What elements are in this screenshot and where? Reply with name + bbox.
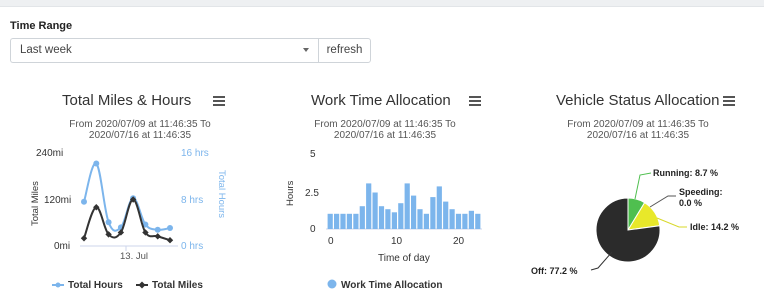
- legend-label[interactable]: Work Time Allocation: [341, 280, 443, 291]
- refresh-button[interactable]: refresh: [318, 38, 371, 63]
- y-tick: 240mi: [36, 148, 63, 159]
- subtitle-line: 2020/07/16 at 11:46:35: [586, 130, 690, 141]
- y-tick: 0mi: [54, 241, 70, 252]
- y2-axis-label: Total Hours: [216, 170, 227, 218]
- y2-tick: 16 hrs: [181, 148, 209, 159]
- work-time-bar: [404, 183, 410, 229]
- miles-hours-subtitle: From 2020/07/09 at 11:46:35 To 2020/07/1…: [60, 119, 220, 141]
- vehicle-status-chart: Running: 8.7 % Speeding: 0.0 % Idle: 14.…: [531, 168, 739, 276]
- subtitle-line: From 2020/07/09 at 11:46:35 To: [567, 119, 709, 130]
- chevron-down-icon[interactable]: [303, 48, 309, 52]
- subtitle-line: From 2020/07/09 at 11:46:35 To: [314, 119, 456, 130]
- y-tick: 2.5: [305, 188, 319, 199]
- legend-marker: [327, 279, 337, 289]
- menu-icon[interactable]: [723, 96, 735, 106]
- speeding-label-line2: 0.0 %: [679, 198, 702, 208]
- y2-tick: 8 hrs: [181, 195, 203, 206]
- work-time-bar: [346, 213, 352, 229]
- time-range-value: Last week: [20, 44, 72, 56]
- running-connector: [634, 172, 652, 200]
- y-axis-label: Total Miles: [30, 181, 41, 226]
- legend-hours-marker: [55, 282, 61, 288]
- speeding-label-line1: Speeding:: [679, 187, 723, 197]
- work-time-bar: [455, 213, 462, 229]
- work-time-bar: [327, 213, 333, 229]
- miles-hours-title: Total Miles & Hours: [62, 92, 192, 109]
- work-time-bar: [353, 213, 359, 229]
- vehicle-status-subtitle: From 2020/07/09 at 11:46:35 To 2020/07/1…: [558, 119, 718, 141]
- work-time-bar: [436, 186, 442, 229]
- hours-series-line: [83, 162, 171, 232]
- time-range-label: Time Range: [10, 20, 73, 32]
- hours-point: [93, 160, 100, 167]
- legend: Total Hours Total Miles: [52, 280, 203, 291]
- work-time-bar: [411, 195, 417, 229]
- subtitle-line: From 2020/07/09 at 11:46:35 To: [69, 119, 211, 130]
- work-time-bar: [385, 209, 391, 229]
- y-tick: 120mi: [44, 195, 71, 206]
- top-bar: [0, 0, 764, 7]
- work-time-bar: [391, 212, 397, 229]
- running-label: Running: 8.7 %: [653, 168, 718, 178]
- miles-point: [166, 236, 174, 244]
- work-time-bar: [475, 213, 481, 229]
- miles-point: [154, 233, 161, 240]
- hours-point: [154, 226, 161, 233]
- y-tick: 0: [310, 224, 316, 235]
- hours-point: [105, 219, 112, 226]
- hours-point: [167, 225, 173, 231]
- x-tick: 10: [391, 236, 403, 247]
- off-label: Off: 77.2 %: [531, 266, 578, 276]
- work-time-bar: [372, 192, 378, 229]
- work-time-bar: [462, 213, 468, 229]
- hours-point: [81, 198, 87, 205]
- vehicle-status-title: Vehicle Status Allocation: [556, 92, 720, 109]
- work-time-bar: [417, 209, 423, 229]
- menu-icon[interactable]: [469, 96, 481, 106]
- y-tick: 5: [310, 149, 316, 160]
- work-time-bar: [340, 213, 346, 229]
- work-time-bar: [443, 201, 449, 229]
- legend-hours-label[interactable]: Total Hours: [68, 280, 123, 291]
- work-time-bar: [359, 206, 365, 229]
- time-range-select[interactable]: Last week: [10, 38, 318, 63]
- y2-tick: 0 hrs: [181, 241, 203, 252]
- idle-connector: [656, 217, 687, 228]
- miles-hours-chart: 240mi 120mi 0mi 16 hrs 8 hrs 0 hrs Total…: [30, 148, 227, 291]
- y-left-ticks: 240mi 120mi 0mi: [36, 148, 71, 252]
- legend-miles-label[interactable]: Total Miles: [152, 280, 203, 291]
- menu-icon[interactable]: [213, 96, 225, 106]
- work-time-bar: [468, 210, 474, 229]
- legend-miles-marker: [138, 281, 146, 289]
- miles-point: [80, 235, 88, 242]
- work-time-bar: [378, 206, 385, 229]
- y-axis-label: Hours: [285, 180, 296, 206]
- work-time-bar: [430, 197, 436, 229]
- work-time-chart: 5 2.5 0 Hours 0 10 20 Time of day Work T…: [285, 149, 482, 291]
- work-time-bar: [398, 203, 404, 229]
- speeding-connector: [649, 195, 676, 208]
- work-time-bar: [334, 213, 340, 229]
- work-time-bar: [449, 209, 455, 229]
- work-time-bar: [366, 183, 372, 229]
- x-tick: 0: [328, 236, 334, 247]
- x-tick: 13. Jul: [120, 251, 148, 262]
- work-time-title: Work Time Allocation: [311, 92, 451, 109]
- x-axis-label: Time of day: [378, 253, 430, 264]
- idle-label: Idle: 14.2 %: [690, 222, 739, 232]
- x-tick: 20: [453, 236, 465, 247]
- work-time-bar: [423, 213, 429, 229]
- work-time-subtitle: From 2020/07/09 at 11:46:35 To 2020/07/1…: [305, 119, 465, 141]
